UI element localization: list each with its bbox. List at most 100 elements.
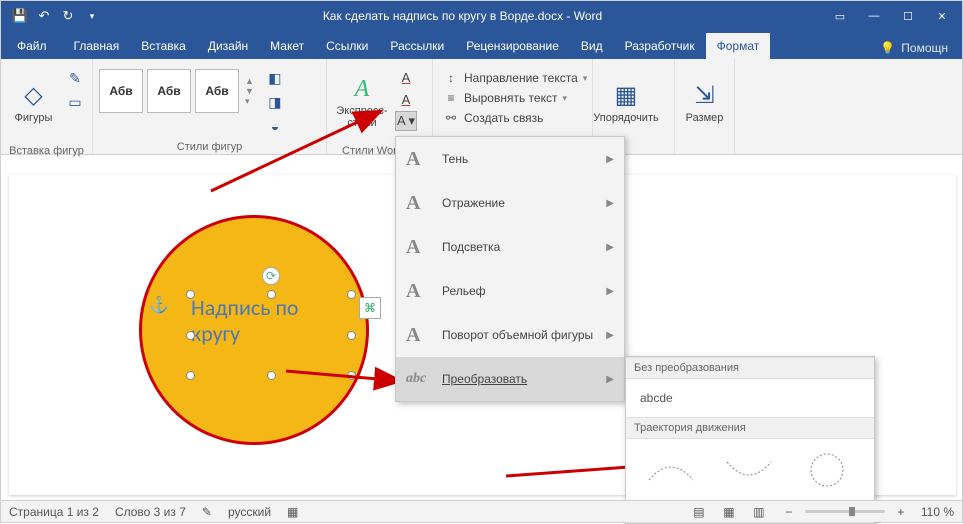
redo-icon[interactable]: ↻ bbox=[59, 7, 77, 25]
shape-style-1[interactable]: Абв bbox=[99, 69, 143, 113]
text-outline-icon[interactable]: A bbox=[395, 89, 417, 109]
link-icon: ⚯ bbox=[443, 111, 459, 125]
menu-reflection[interactable]: AОтражение▶ bbox=[396, 181, 624, 225]
resize-handle[interactable] bbox=[267, 290, 276, 299]
shapes-button[interactable]: ◇ Фигуры bbox=[7, 63, 60, 141]
reflection-icon: A bbox=[406, 192, 430, 215]
shadow-icon: A bbox=[406, 148, 430, 171]
text-direction-button[interactable]: ↕Направление текста▾ bbox=[439, 69, 591, 87]
text-fill-icon[interactable]: A bbox=[395, 67, 417, 87]
text-box-icon[interactable]: ▭ bbox=[64, 91, 86, 113]
spellcheck-icon[interactable]: ✎ bbox=[202, 505, 212, 519]
menu-shadow[interactable]: AТень▶ bbox=[396, 137, 624, 181]
macro-icon[interactable]: ▦ bbox=[287, 505, 298, 519]
read-mode-icon[interactable]: ▤ bbox=[689, 505, 709, 519]
zoom-track[interactable] bbox=[805, 510, 885, 513]
shape-style-2[interactable]: Абв bbox=[147, 69, 191, 113]
tab-mailings[interactable]: Рассылки bbox=[379, 33, 455, 59]
chevron-right-icon: ▶ bbox=[606, 286, 614, 297]
menu-glow[interactable]: AПодсветка▶ bbox=[396, 225, 624, 269]
layout-options-icon[interactable]: ⌘ bbox=[359, 297, 381, 319]
shape-style-3[interactable]: Абв bbox=[195, 69, 239, 113]
rotate-handle-icon[interactable]: ⟳ bbox=[262, 267, 280, 285]
menu-bevel[interactable]: AРельеф▶ bbox=[396, 269, 624, 313]
path-arch-down[interactable] bbox=[714, 447, 784, 493]
section-no-transform: Без преобразования bbox=[626, 357, 874, 379]
shape-effects-icon[interactable]: ◒ bbox=[264, 115, 286, 137]
resize-handle[interactable] bbox=[347, 290, 356, 299]
size-icon: ⇲ bbox=[694, 81, 714, 110]
resize-handle[interactable] bbox=[186, 290, 195, 299]
close-icon[interactable]: ✕ bbox=[926, 1, 958, 31]
create-link-button[interactable]: ⚯ Создать связь bbox=[439, 109, 591, 127]
align-text-icon: ≡ bbox=[443, 91, 459, 105]
text-box[interactable]: ⟳ Надпись по кругу bbox=[191, 295, 351, 375]
style-gallery-up-icon[interactable]: ▲ bbox=[245, 76, 254, 86]
quick-access-toolbar: 💾 ↶ ↻ ▾ bbox=[5, 7, 101, 25]
size-label: Размер bbox=[686, 112, 724, 124]
tab-insert[interactable]: Вставка bbox=[130, 33, 197, 59]
tab-file[interactable]: Файл bbox=[1, 33, 63, 59]
transform-none[interactable]: abcde bbox=[626, 379, 874, 417]
resize-handle[interactable] bbox=[186, 331, 195, 340]
resize-handle[interactable] bbox=[267, 371, 276, 380]
text-direction-label: Направление текста bbox=[464, 71, 578, 85]
group-insert-shapes: Вставка фигур bbox=[1, 145, 92, 159]
align-text-button[interactable]: ≡Выровнять текст▾ bbox=[439, 89, 591, 107]
shape-fill-icon[interactable]: ◧ bbox=[264, 67, 286, 89]
resize-handle[interactable] bbox=[347, 371, 356, 380]
shapes-label: Фигуры bbox=[15, 112, 53, 124]
zoom-level[interactable]: 110 % bbox=[921, 505, 954, 519]
status-language[interactable]: русский bbox=[228, 505, 271, 519]
undo-icon[interactable]: ↶ bbox=[35, 7, 53, 25]
menu-transform[interactable]: abcПреобразовать▶ bbox=[396, 357, 624, 401]
resize-handle[interactable] bbox=[186, 371, 195, 380]
path-circle[interactable] bbox=[792, 447, 862, 493]
minimize-icon[interactable]: — bbox=[858, 1, 890, 31]
tab-review[interactable]: Рецензирование bbox=[455, 33, 570, 59]
transform-icon: abc bbox=[406, 371, 430, 387]
chevron-right-icon: ▶ bbox=[606, 374, 614, 385]
zoom-out-icon[interactable]: − bbox=[779, 505, 799, 519]
tell-me[interactable]: 💡 Помощн bbox=[866, 41, 962, 59]
quick-styles-button[interactable]: A Экспресс- стили bbox=[333, 63, 391, 141]
style-gallery-down-icon[interactable]: ▼ bbox=[245, 86, 254, 96]
quick-styles-icon: A bbox=[355, 76, 370, 103]
glow-icon: A bbox=[406, 236, 430, 259]
zoom-in-icon[interactable]: + bbox=[891, 505, 911, 519]
tab-developer[interactable]: Разработчик bbox=[614, 33, 706, 59]
anchor-icon: ⚓ bbox=[149, 295, 169, 315]
create-link-label: Создать связь bbox=[464, 111, 543, 125]
text-box-content[interactable]: Надпись по кругу bbox=[191, 295, 351, 348]
tab-references[interactable]: Ссылки bbox=[315, 33, 379, 59]
tab-layout[interactable]: Макет bbox=[259, 33, 315, 59]
tab-home[interactable]: Главная bbox=[63, 33, 131, 59]
text-direction-icon: ↕ bbox=[443, 71, 459, 85]
align-text-label: Выровнять текст bbox=[464, 91, 557, 105]
transform-gallery: Без преобразования abcde Траектория движ… bbox=[625, 356, 875, 524]
menu-3d-rotation[interactable]: AПоворот объемной фигуры▶ bbox=[396, 313, 624, 357]
zoom-slider[interactable]: − + bbox=[779, 505, 911, 519]
arrange-button[interactable]: ▦ Упорядочить bbox=[599, 63, 653, 141]
style-gallery-more-icon[interactable]: ▾ bbox=[245, 96, 254, 107]
tab-view[interactable]: Вид bbox=[570, 33, 614, 59]
size-button[interactable]: ⇲ Размер bbox=[681, 63, 728, 141]
web-layout-icon[interactable]: ▥ bbox=[749, 505, 769, 519]
status-page[interactable]: Страница 1 из 2 bbox=[9, 505, 99, 519]
edit-shape-icon[interactable]: ✎ bbox=[64, 67, 86, 89]
resize-handle[interactable] bbox=[347, 331, 356, 340]
maximize-icon[interactable]: ☐ bbox=[892, 1, 924, 31]
text-effects-icon[interactable]: A ▾ bbox=[395, 111, 417, 131]
shape-outline-icon[interactable]: ◨ bbox=[264, 91, 286, 113]
chevron-right-icon: ▶ bbox=[606, 198, 614, 209]
path-arch-up[interactable] bbox=[636, 447, 706, 493]
zoom-thumb[interactable] bbox=[849, 507, 855, 516]
qat-dropdown-icon[interactable]: ▾ bbox=[83, 7, 101, 25]
tab-format[interactable]: Формат bbox=[706, 33, 771, 59]
tab-design[interactable]: Дизайн bbox=[197, 33, 259, 59]
save-icon[interactable]: 💾 bbox=[11, 7, 29, 25]
print-layout-icon[interactable]: ▦ bbox=[719, 505, 739, 519]
status-words[interactable]: Слово 3 из 7 bbox=[115, 505, 186, 519]
arrange-label: Упорядочить bbox=[593, 112, 658, 124]
ribbon-display-icon[interactable]: ▭ bbox=[824, 1, 856, 31]
